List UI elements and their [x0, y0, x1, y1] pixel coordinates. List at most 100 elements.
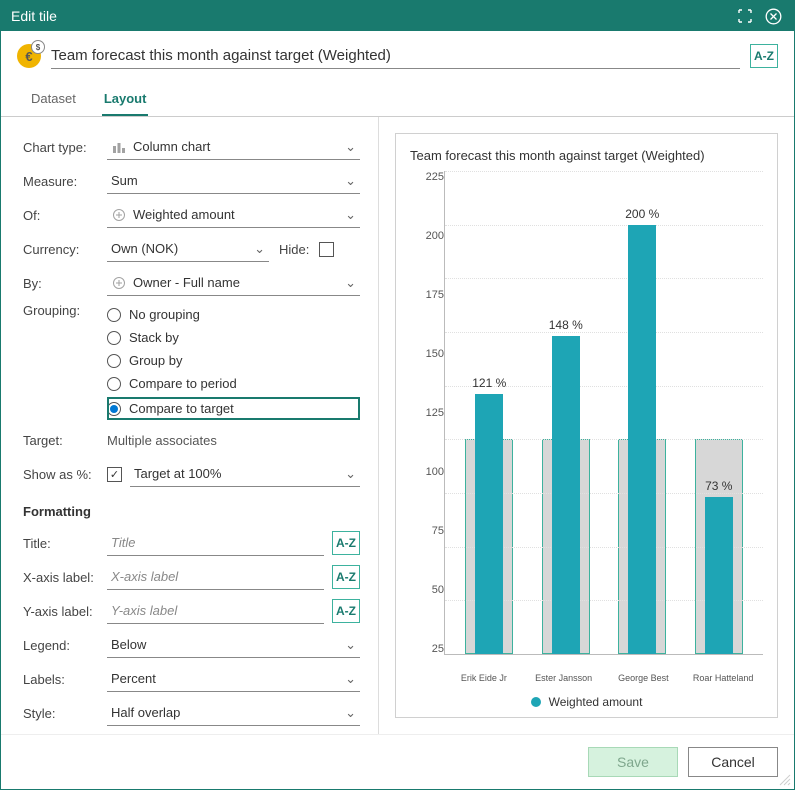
translate-button[interactable]: A-Z [332, 531, 360, 555]
tab-dataset[interactable]: Dataset [29, 85, 78, 116]
translate-button[interactable]: A-Z [332, 599, 360, 623]
tile-header: € Team forecast this month against targe… [1, 31, 794, 75]
radio-icon [107, 377, 121, 391]
radio-label: Compare to period [129, 376, 237, 391]
value-bar [628, 225, 656, 654]
save-button[interactable]: Save [588, 747, 678, 777]
chart-card: Team forecast this month against target … [395, 133, 778, 718]
target-label: Target: [23, 433, 107, 448]
chart-title: Team forecast this month against target … [410, 148, 763, 163]
edit-tile-dialog: Edit tile € Team forecast this month aga… [0, 0, 795, 790]
chart-area: 225200175150125100755025 121 %148 %200 %… [410, 171, 763, 673]
y-axis-label-label: Y-axis label: [23, 604, 107, 619]
translate-button[interactable]: A-Z [332, 565, 360, 589]
radio-icon [107, 402, 121, 416]
y-tick-label: 100 [410, 466, 444, 478]
chevron-down-icon: ⌄ [345, 275, 356, 291]
field-icon [111, 275, 127, 291]
chart-type-label: Chart type: [23, 140, 107, 155]
dialog-titlebar: Edit tile [1, 1, 794, 31]
currency-euro-icon: € [17, 44, 41, 68]
placeholder-text: Title [111, 535, 135, 550]
currency-value: Own (NOK) [111, 241, 178, 256]
radio-label: Group by [129, 353, 182, 368]
currency-select[interactable]: Own (NOK) ⌄ [107, 236, 269, 262]
grouping-label: Grouping: [23, 303, 107, 318]
radio-label: Stack by [129, 330, 179, 345]
hide-checkbox[interactable] [319, 242, 334, 257]
chart-type-value: Column chart [133, 139, 210, 154]
bar-group: 200 % [611, 171, 673, 654]
chart-gridline [445, 332, 763, 333]
by-select[interactable]: Owner - Full name ⌄ [107, 270, 360, 296]
value-bar [705, 497, 733, 654]
measure-select[interactable]: Sum ⌄ [107, 168, 360, 194]
grouping-radio-compare-period[interactable]: Compare to period [107, 374, 360, 393]
title-label: Title: [23, 536, 107, 551]
chevron-down-icon: ⌄ [345, 207, 356, 223]
show-as-pct-checkbox[interactable] [107, 467, 122, 482]
style-value: Half overlap [111, 705, 180, 720]
formatting-heading: Formatting [23, 504, 360, 519]
resize-grip-icon[interactable] [779, 774, 791, 786]
tab-layout[interactable]: Layout [102, 85, 149, 116]
bar-group: 148 % [535, 171, 597, 654]
show-as-pct-label: Show as %: [23, 467, 107, 482]
bar-group: 73 % [688, 171, 750, 654]
chevron-down-icon: ⌄ [345, 466, 356, 482]
chevron-down-icon: ⌄ [345, 637, 356, 653]
radio-icon [107, 354, 121, 368]
x-axis-label-input[interactable]: X-axis label [107, 564, 324, 590]
legend-dot-icon [531, 697, 541, 707]
y-tick-label: 175 [410, 289, 444, 301]
labels-value: Percent [111, 671, 156, 686]
bar-value-label: 200 % [611, 207, 673, 221]
show-as-pct-select[interactable]: Target at 100% ⌄ [130, 461, 360, 487]
title-input[interactable]: Title [107, 530, 324, 556]
grouping-radio-stack[interactable]: Stack by [107, 328, 360, 347]
grouping-radio-group-by[interactable]: Group by [107, 351, 360, 370]
style-label: Style: [23, 706, 107, 721]
value-bar [552, 336, 580, 654]
grouping-radio-none[interactable]: No grouping [107, 305, 360, 324]
legend-label: Legend: [23, 638, 107, 653]
x-tick-label: Erik Eide Jr [453, 673, 515, 683]
chevron-down-icon: ⌄ [345, 139, 356, 155]
measure-label: Measure: [23, 174, 107, 189]
chart-y-axis: 225200175150125100755025 [410, 171, 444, 673]
x-axis-label-label: X-axis label: [23, 570, 107, 585]
translate-button[interactable]: A-Z [750, 44, 778, 68]
x-tick-label: Roar Hatteland [692, 673, 754, 683]
bar-value-label: 121 % [458, 376, 520, 390]
chevron-down-icon: ⌄ [345, 671, 356, 687]
style-select[interactable]: Half overlap ⌄ [107, 700, 360, 726]
chart-type-select[interactable]: Column chart ⌄ [107, 134, 360, 160]
cancel-button[interactable]: Cancel [688, 747, 778, 777]
chart-preview-panel: Team forecast this month against target … [379, 117, 794, 734]
y-tick-label: 125 [410, 407, 444, 419]
radio-icon [107, 331, 121, 345]
dialog-title: Edit tile [11, 8, 728, 24]
of-select[interactable]: Weighted amount ⌄ [107, 202, 360, 228]
x-tick-label: George Best [612, 673, 674, 683]
radio-label: No grouping [129, 307, 200, 322]
legend-select[interactable]: Below ⌄ [107, 632, 360, 658]
tile-name-input[interactable]: Team forecast this month against target … [51, 43, 740, 69]
legend-value: Below [111, 637, 146, 652]
y-tick-label: 25 [410, 643, 444, 655]
maximize-icon[interactable] [734, 5, 756, 27]
dialog-footer: Save Cancel [1, 734, 794, 789]
measure-value: Sum [111, 173, 138, 188]
chart-plot: 121 % 148 % 200 % 73 % [444, 171, 763, 655]
labels-select[interactable]: Percent ⌄ [107, 666, 360, 692]
close-icon[interactable] [762, 5, 784, 27]
chart-bars: 121 % 148 % 200 % 73 % [445, 171, 763, 654]
by-label: By: [23, 276, 107, 291]
radio-icon [107, 308, 121, 322]
grouping-radio-compare-target[interactable]: Compare to target [107, 397, 360, 420]
of-label: Of: [23, 208, 107, 223]
y-axis-label-input[interactable]: Y-axis label [107, 598, 324, 624]
labels-label: Labels: [23, 672, 107, 687]
by-value: Owner - Full name [133, 275, 240, 290]
show-as-pct-value: Target at 100% [134, 466, 221, 481]
